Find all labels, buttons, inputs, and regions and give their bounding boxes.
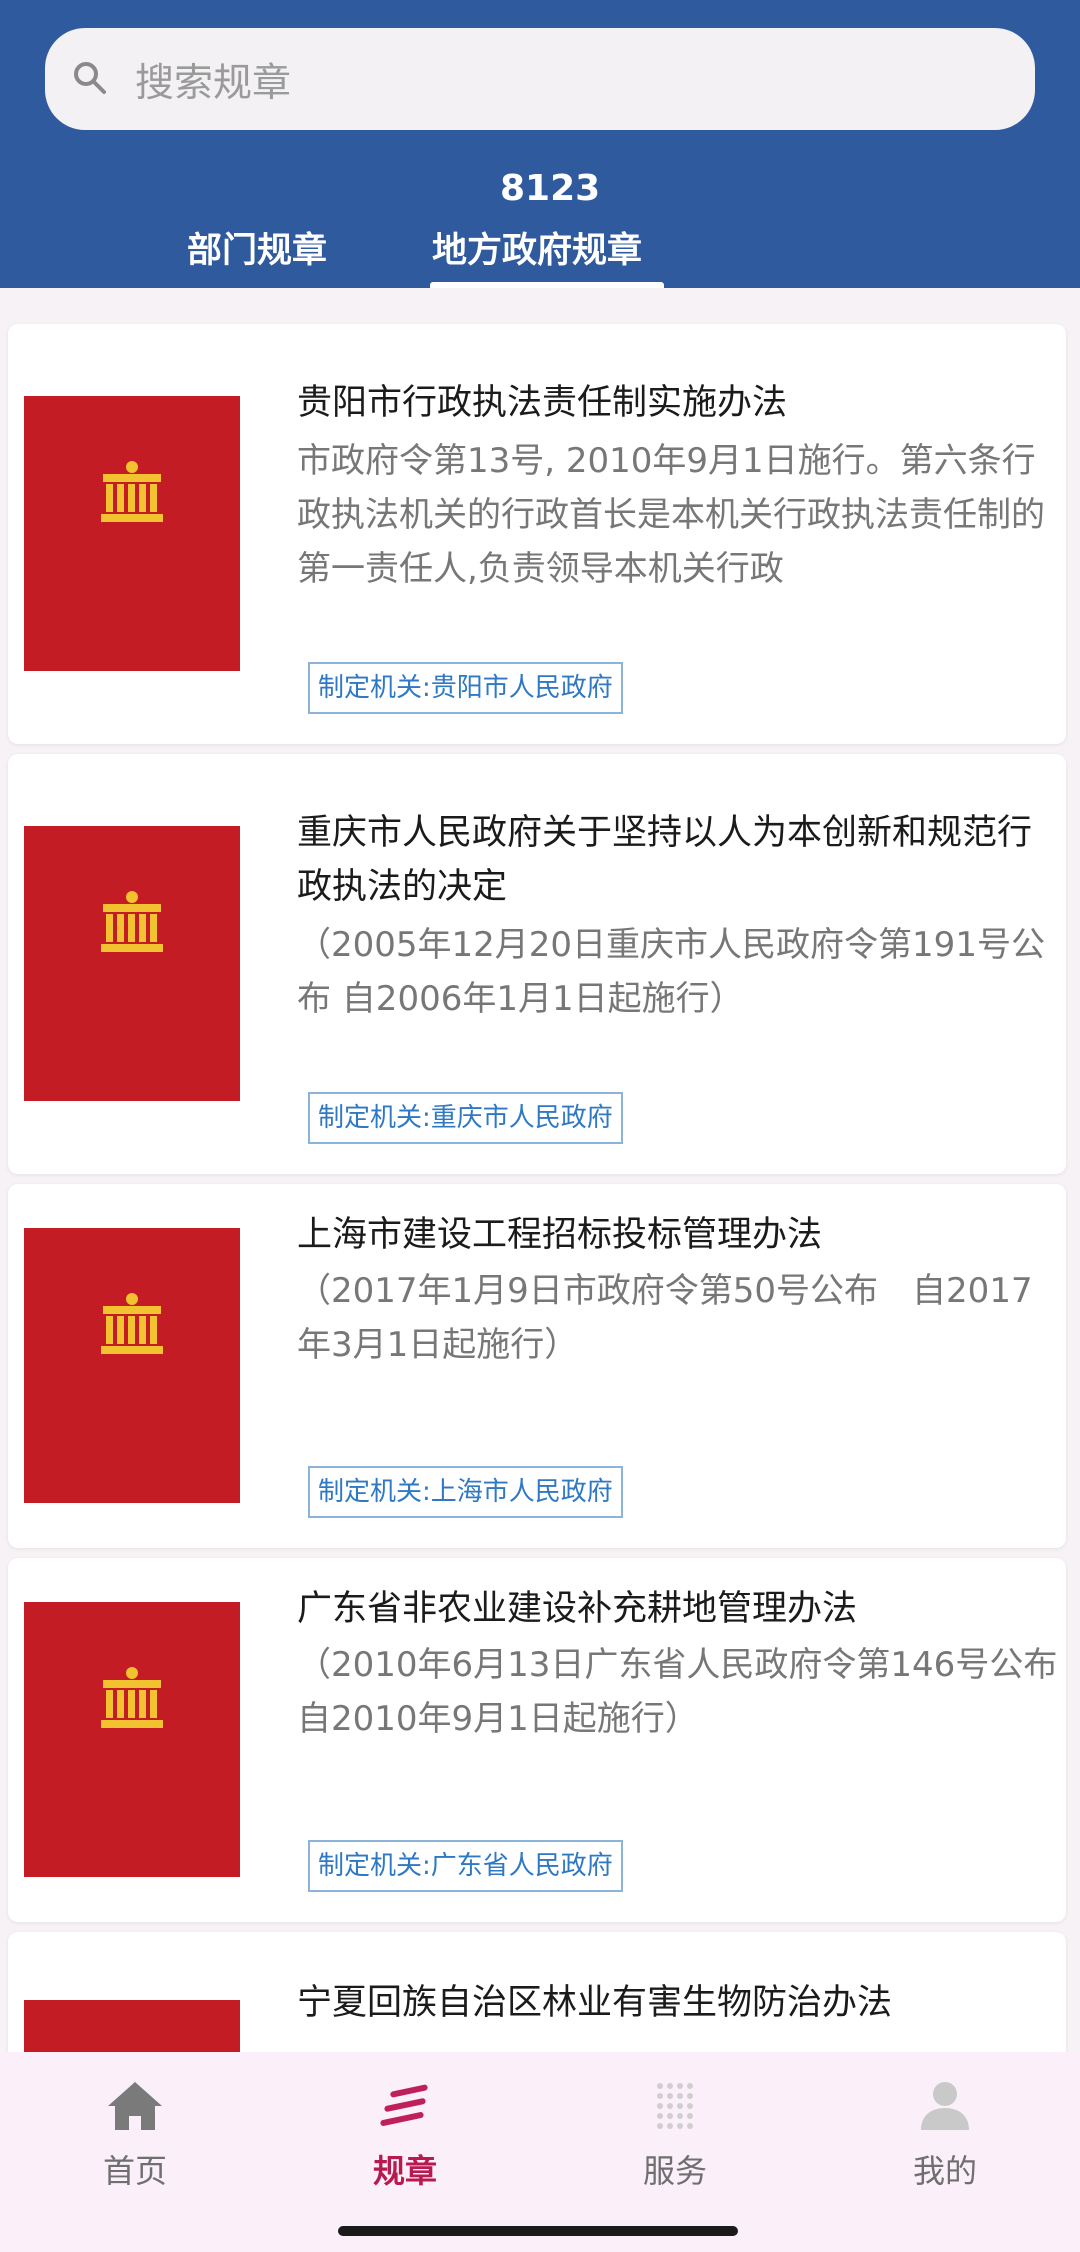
rule-title: 重庆市人民政府关于坚持以人为本创新和规范行政执法的决定 (297, 813, 1033, 907)
nav-services-label: 服务 (642, 2152, 707, 2190)
government-emblem-icon (101, 1293, 163, 1354)
rule-cover (24, 2000, 240, 2052)
government-emblem-icon (101, 461, 163, 522)
rule-cover (24, 396, 240, 671)
government-emblem-icon (101, 1667, 163, 1728)
issuer-tag: 制定机关:重庆市人民政府 (308, 1092, 623, 1144)
rule-card[interactable]: 重庆市人民政府关于坚持以人为本创新和规范行政执法的决定 （2005年12月20日… (8, 754, 1066, 1174)
search-input[interactable] (133, 28, 993, 130)
nav-profile[interactable]: 我的 (845, 2080, 1045, 2200)
nav-profile-label: 我的 (912, 2152, 977, 2190)
bottom-navigation: 首页 规章 服务 我的 (0, 2052, 1080, 2252)
nav-rules[interactable]: 规章 (305, 2080, 505, 2200)
issuer-tag: 制定机关:上海市人民政府 (308, 1466, 623, 1518)
issuer-tag: 制定机关:广东省人民政府 (308, 1840, 623, 1892)
app-header: 8123 部门规章 地方政府规章 (0, 0, 1080, 288)
profile-icon (921, 2082, 969, 2130)
rule-title: 上海市建设工程招标投标管理办法 (297, 1215, 823, 1255)
home-indicator[interactable] (338, 2226, 738, 2236)
government-emblem-icon (101, 891, 163, 952)
rule-description: （2005年12月20日重庆市人民政府令第191号公布 自2006年1月1日起施… (297, 925, 1045, 1019)
rule-description: （2010年6月13日广东省人民政府令第146号公布 自2010年9月1日起施行… (297, 1645, 1061, 1739)
rule-card[interactable]: 宁夏回族自治区林业有害生物防治办法 (8, 1932, 1066, 2052)
rule-cover (24, 1602, 240, 1877)
rule-title: 广东省非农业建设补充耕地管理办法 (297, 1589, 858, 1629)
nav-rules-label: 规章 (372, 2152, 437, 2190)
tab-department-rules[interactable]: 部门规章 (187, 222, 327, 273)
rule-description: （2017年1月9日市政府令第50号公布 自2017年3月1日起施行） (297, 1271, 1033, 1365)
rule-card[interactable]: 贵阳市行政执法责任制实施办法 市政府令第13号, 2010年9月1日施行。第六条… (8, 324, 1066, 744)
rule-card[interactable]: 上海市建设工程招标投标管理办法 （2017年1月9日市政府令第50号公布 自20… (8, 1184, 1066, 1548)
search-bar[interactable] (45, 28, 1035, 130)
issuer-tag: 制定机关:贵阳市人民政府 (308, 662, 623, 714)
rule-cover (24, 826, 240, 1101)
rules-list[interactable]: 贵阳市行政执法责任制实施办法 市政府令第13号, 2010年9月1日施行。第六条… (0, 288, 1080, 2052)
nav-home-label: 首页 (102, 2152, 167, 2190)
search-icon (74, 62, 106, 94)
services-icon (657, 2083, 693, 2129)
rule-title: 贵阳市行政执法责任制实施办法 (297, 383, 788, 423)
rule-title: 宁夏回族自治区林业有害生物防治办法 (297, 1983, 893, 2023)
rule-card[interactable]: 广东省非农业建设补充耕地管理办法 （2010年6月13日广东省人民政府令第146… (8, 1558, 1066, 1922)
nav-services[interactable]: 服务 (575, 2080, 775, 2200)
rule-description: 市政府令第13号, 2010年9月1日施行。第六条行政执法机关的行政首长是本机关… (297, 441, 1045, 589)
nav-home[interactable]: 首页 (35, 2080, 235, 2200)
rules-icon (380, 2084, 428, 2126)
rule-count: 8123 (500, 168, 601, 209)
rule-cover (24, 1228, 240, 1503)
tab-local-government-rules[interactable]: 地方政府规章 (432, 222, 642, 273)
home-icon (108, 2082, 162, 2130)
